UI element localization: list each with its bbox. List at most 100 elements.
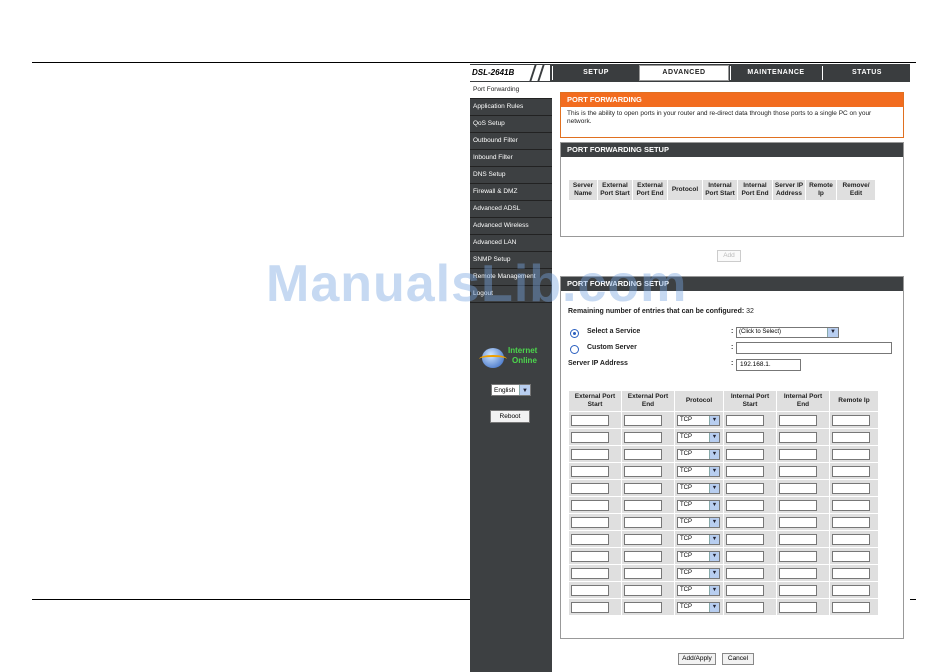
chevron-down-icon: ▼ <box>709 534 719 544</box>
external-port-end-input[interactable] <box>624 601 662 613</box>
external-port-start-input[interactable] <box>571 448 609 460</box>
internal-port-end-input[interactable] <box>779 516 817 528</box>
reboot-button[interactable]: Reboot <box>490 410 530 423</box>
external-port-end-input[interactable] <box>624 550 662 562</box>
internal-port-end-input[interactable] <box>779 431 817 443</box>
external-port-start-input[interactable] <box>571 516 609 528</box>
internal-port-end-input[interactable] <box>779 584 817 596</box>
protocol-select[interactable]: TCP ▼ <box>677 465 720 477</box>
sidebar-item-firewall-dmz[interactable]: Firewall & DMZ <box>470 184 552 201</box>
external-port-start-input[interactable] <box>571 499 609 511</box>
protocol-select[interactable]: TCP ▼ <box>677 567 720 579</box>
port-rule-cell <box>777 599 829 615</box>
internal-port-start-input[interactable] <box>726 414 764 426</box>
remote-ip-input[interactable] <box>832 431 870 443</box>
internal-port-end-input[interactable] <box>779 567 817 579</box>
remote-ip-input[interactable] <box>832 533 870 545</box>
protocol-select[interactable]: TCP ▼ <box>677 414 720 426</box>
internal-port-start-input[interactable] <box>726 448 764 460</box>
remote-ip-input[interactable] <box>832 567 870 579</box>
internal-port-end-input[interactable] <box>779 414 817 426</box>
remote-ip-input[interactable] <box>832 516 870 528</box>
external-port-end-input[interactable] <box>624 567 662 579</box>
external-port-end-input[interactable] <box>624 448 662 460</box>
sidebar-item-port-forwarding[interactable]: Port Forwarding <box>470 82 552 99</box>
internal-port-start-input[interactable] <box>726 516 764 528</box>
internal-port-start-input[interactable] <box>726 499 764 511</box>
rules-list-section: PORT FORWARDING SETUP Server Name Extern… <box>560 142 904 237</box>
protocol-value: TCP <box>680 518 692 525</box>
external-port-start-input[interactable] <box>571 601 609 613</box>
external-port-start-input[interactable] <box>571 584 609 596</box>
internal-port-end-input[interactable] <box>779 482 817 494</box>
external-port-end-input[interactable] <box>624 533 662 545</box>
internal-port-start-input[interactable] <box>726 567 764 579</box>
protocol-select[interactable]: TCP ▼ <box>677 431 720 443</box>
remote-ip-input[interactable] <box>832 482 870 494</box>
language-select[interactable]: English ▼ <box>491 384 531 396</box>
sidebar-item-dns-setup[interactable]: DNS Setup <box>470 167 552 184</box>
protocol-select[interactable]: TCP ▼ <box>677 550 720 562</box>
internal-port-end-input[interactable] <box>779 550 817 562</box>
protocol-select[interactable]: TCP ▼ <box>677 499 720 511</box>
protocol-select[interactable]: TCP ▼ <box>677 482 720 494</box>
sidebar-item-application-rules[interactable]: Application Rules <box>470 99 552 116</box>
sidebar-item-qos-setup[interactable]: QoS Setup <box>470 116 552 133</box>
select-service-radio[interactable] <box>570 329 579 338</box>
remote-ip-input[interactable] <box>832 414 870 426</box>
server-ip-input[interactable]: 192.168.1. <box>736 359 801 371</box>
remote-ip-input[interactable] <box>832 448 870 460</box>
sidebar-item-advanced-wireless[interactable]: Advanced Wireless <box>470 218 552 235</box>
external-port-start-input[interactable] <box>571 482 609 494</box>
sidebar-item-inbound-filter[interactable]: Inbound Filter <box>470 150 552 167</box>
protocol-select[interactable]: TCP ▼ <box>677 516 720 528</box>
internal-port-end-input[interactable] <box>779 601 817 613</box>
internal-port-end-input[interactable] <box>779 465 817 477</box>
cancel-button[interactable]: Cancel <box>722 653 754 665</box>
internal-port-start-input[interactable] <box>726 431 764 443</box>
protocol-select[interactable]: TCP ▼ <box>677 584 720 596</box>
external-port-end-input[interactable] <box>624 482 662 494</box>
internal-port-start-input[interactable] <box>726 465 764 477</box>
external-port-end-input[interactable] <box>624 516 662 528</box>
add-button[interactable]: Add <box>717 250 741 262</box>
internal-port-start-input[interactable] <box>726 584 764 596</box>
external-port-start-input[interactable] <box>571 550 609 562</box>
service-select[interactable]: (Click to Select) ▼ <box>736 327 839 338</box>
external-port-end-input[interactable] <box>624 414 662 426</box>
external-port-start-input[interactable] <box>571 533 609 545</box>
remote-ip-input[interactable] <box>832 465 870 477</box>
protocol-value: TCP <box>680 467 692 474</box>
sidebar-item-outbound-filter[interactable]: Outbound Filter <box>470 133 552 150</box>
internal-port-start-input[interactable] <box>726 550 764 562</box>
sidebar-item-advanced-adsl[interactable]: Advanced ADSL <box>470 201 552 218</box>
external-port-end-input[interactable] <box>624 584 662 596</box>
external-port-start-input[interactable] <box>571 414 609 426</box>
internal-port-end-input[interactable] <box>779 499 817 511</box>
internal-port-start-input[interactable] <box>726 482 764 494</box>
remote-ip-input[interactable] <box>832 601 870 613</box>
external-port-start-input[interactable] <box>571 465 609 477</box>
remote-ip-input[interactable] <box>832 499 870 511</box>
external-port-end-input[interactable] <box>624 499 662 511</box>
internal-port-start-input[interactable] <box>726 601 764 613</box>
remote-ip-input[interactable] <box>832 584 870 596</box>
protocol-select[interactable]: TCP ▼ <box>677 601 720 613</box>
external-port-end-input[interactable] <box>624 431 662 443</box>
external-port-start-input[interactable] <box>571 567 609 579</box>
port-rule-cell <box>830 531 878 547</box>
add-apply-button[interactable]: Add/Apply <box>678 653 716 665</box>
custom-server-radio[interactable] <box>570 345 579 354</box>
external-port-start-input[interactable] <box>571 431 609 443</box>
port-rule-cell <box>622 412 674 428</box>
protocol-select[interactable]: TCP ▼ <box>677 448 720 460</box>
internal-port-start-input[interactable] <box>726 533 764 545</box>
custom-server-input[interactable] <box>736 342 892 354</box>
port-rule-cell: TCP ▼ <box>675 548 723 564</box>
internal-port-end-input[interactable] <box>779 533 817 545</box>
internal-port-end-input[interactable] <box>779 448 817 460</box>
external-port-end-input[interactable] <box>624 465 662 477</box>
sidebar-item-advanced-lan[interactable]: Advanced LAN <box>470 235 552 252</box>
remote-ip-input[interactable] <box>832 550 870 562</box>
protocol-select[interactable]: TCP ▼ <box>677 533 720 545</box>
